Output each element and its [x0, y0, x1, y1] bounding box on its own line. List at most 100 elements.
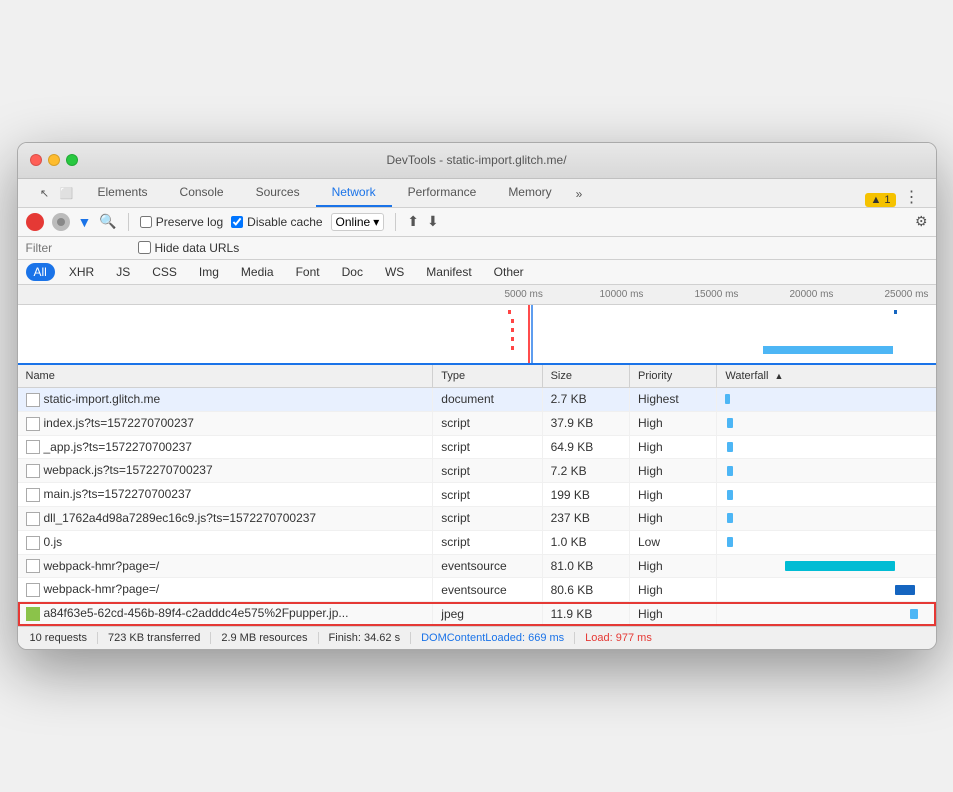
- devtools-menu-button[interactable]: ⋮: [896, 187, 928, 207]
- col-header-size[interactable]: Size: [542, 365, 629, 388]
- col-header-type[interactable]: Type: [433, 365, 542, 388]
- ruler-25000: 25000 ms: [885, 289, 936, 300]
- cell-name: index.js?ts=1572270700237: [18, 411, 433, 435]
- cell-name: a84f63e5-62cd-456b-89f4-c2adddc4e575%2Fp…: [18, 602, 433, 626]
- maximize-button[interactable]: [66, 154, 78, 166]
- divider2: [395, 213, 396, 231]
- cell-priority: Highest: [629, 387, 716, 411]
- col-header-priority[interactable]: Priority: [629, 365, 716, 388]
- titlebar: DevTools - static-import.glitch.me/: [18, 143, 936, 179]
- type-btn-js[interactable]: JS: [108, 263, 138, 281]
- ruler-labels: 5000 ms 10000 ms 15000 ms 20000 ms 25000…: [505, 289, 936, 300]
- ruler-10000: 10000 ms: [600, 289, 695, 300]
- close-button[interactable]: [30, 154, 42, 166]
- minimize-button[interactable]: [48, 154, 60, 166]
- throttle-select[interactable]: Online ▾: [331, 213, 385, 231]
- cell-name: _app.js?ts=1572270700237: [18, 435, 433, 459]
- table-row[interactable]: static-import.glitch.medocument2.7 KBHig…: [18, 387, 936, 411]
- cell-priority: High: [629, 411, 716, 435]
- type-btn-all[interactable]: All: [26, 263, 55, 281]
- row-name-text: index.js?ts=1572270700237: [44, 416, 194, 430]
- cell-waterfall: [717, 554, 936, 578]
- stop-button[interactable]: [52, 213, 70, 231]
- timeline-chart: [18, 305, 936, 365]
- dom-content-loaded-line: [528, 305, 530, 363]
- type-btn-media[interactable]: Media: [233, 263, 282, 281]
- cell-type: script: [433, 435, 542, 459]
- cell-type: eventsource: [433, 554, 542, 578]
- settings-icon[interactable]: ⚙: [915, 213, 928, 230]
- type-btn-img[interactable]: Img: [191, 263, 227, 281]
- transferred-size: 723 KB transferred: [98, 632, 211, 644]
- table-row[interactable]: 0.jsscript1.0 KBLow: [18, 530, 936, 554]
- table-row[interactable]: webpack-hmr?page=/eventsource80.6 KBHigh: [18, 578, 936, 602]
- row-name-text: _app.js?ts=1572270700237: [44, 440, 192, 454]
- cell-waterfall: [717, 459, 936, 483]
- tab-icon-group: ↖ ⬜: [30, 181, 82, 207]
- load-time: Load: 977 ms: [575, 632, 662, 644]
- preserve-log-checkbox[interactable]: [140, 216, 152, 228]
- cell-name: 0.js: [18, 530, 433, 554]
- device-icon[interactable]: ⬜: [58, 185, 76, 203]
- cell-name: static-import.glitch.me: [18, 387, 433, 411]
- filter-icon[interactable]: ▼: [78, 214, 92, 230]
- chart-bar-3: [511, 328, 514, 332]
- disable-cache-checkbox[interactable]: [231, 216, 243, 228]
- more-tabs-button[interactable]: »: [568, 181, 591, 207]
- divider: [128, 213, 129, 231]
- cell-type: script: [433, 411, 542, 435]
- tab-console[interactable]: Console: [164, 179, 240, 207]
- type-btn-xhr[interactable]: XHR: [61, 263, 102, 281]
- col-header-waterfall[interactable]: Waterfall ▲: [717, 365, 936, 388]
- table-row[interactable]: main.js?ts=1572270700237script199 KBHigh: [18, 483, 936, 507]
- devtools-window: DevTools - static-import.glitch.me/ ↖ ⬜ …: [17, 142, 937, 650]
- import-icon[interactable]: ⬆: [407, 213, 419, 230]
- chart-bar-4: [511, 337, 514, 341]
- hide-data-urls-label[interactable]: Hide data URLs: [138, 241, 240, 255]
- hide-data-urls-checkbox[interactable]: [138, 241, 151, 254]
- file-icon: [26, 488, 40, 502]
- tab-memory[interactable]: Memory: [492, 179, 567, 207]
- cell-type: script: [433, 507, 542, 531]
- type-btn-other[interactable]: Other: [486, 263, 532, 281]
- tab-performance[interactable]: Performance: [392, 179, 493, 207]
- sort-arrow-icon: ▲: [774, 371, 783, 381]
- table-row[interactable]: webpack.js?ts=1572270700237script7.2 KBH…: [18, 459, 936, 483]
- col-header-name[interactable]: Name: [18, 365, 433, 388]
- tab-elements[interactable]: Elements: [82, 179, 164, 207]
- cell-name: webpack.js?ts=1572270700237: [18, 459, 433, 483]
- tab-network[interactable]: Network: [316, 179, 392, 207]
- table-row[interactable]: _app.js?ts=1572270700237script64.9 KBHig…: [18, 435, 936, 459]
- filter-input[interactable]: [26, 241, 126, 255]
- type-btn-css[interactable]: CSS: [144, 263, 185, 281]
- disable-cache-label[interactable]: Disable cache: [231, 215, 322, 229]
- record-button[interactable]: [26, 213, 44, 231]
- table-row[interactable]: webpack-hmr?page=/eventsource81.0 KBHigh: [18, 554, 936, 578]
- cell-size: 64.9 KB: [542, 435, 629, 459]
- row-name-text: 0.js: [44, 535, 63, 549]
- file-icon: [26, 464, 40, 478]
- cell-waterfall: [717, 483, 936, 507]
- table-row[interactable]: index.js?ts=1572270700237script37.9 KBHi…: [18, 411, 936, 435]
- tab-sources[interactable]: Sources: [240, 179, 316, 207]
- cell-waterfall: [717, 507, 936, 531]
- preserve-log-label[interactable]: Preserve log: [140, 215, 223, 229]
- table-row[interactable]: a84f63e5-62cd-456b-89f4-c2adddc4e575%2Fp…: [18, 602, 936, 626]
- type-btn-ws[interactable]: WS: [377, 263, 412, 281]
- status-bar: 10 requests 723 KB transferred 2.9 MB re…: [18, 626, 936, 649]
- cursor-icon[interactable]: ↖: [36, 185, 54, 203]
- file-icon: [26, 440, 40, 454]
- type-btn-manifest[interactable]: Manifest: [418, 263, 479, 281]
- requests-table: Name Type Size Priority Waterfall ▲ stat…: [18, 365, 936, 626]
- finish-time: Finish: 34.62 s: [319, 632, 412, 644]
- requests-table-container: Name Type Size Priority Waterfall ▲ stat…: [18, 365, 936, 626]
- cell-waterfall: [717, 411, 936, 435]
- table-row[interactable]: dll_1762a4d98a7289ec16c9.js?ts=157227070…: [18, 507, 936, 531]
- search-icon[interactable]: 🔍: [99, 213, 116, 230]
- resources-size: 2.9 MB resources: [211, 632, 318, 644]
- load-line: [531, 305, 533, 363]
- ruler-5000: 5000 ms: [505, 289, 600, 300]
- type-btn-font[interactable]: Font: [288, 263, 328, 281]
- type-btn-doc[interactable]: Doc: [334, 263, 371, 281]
- export-icon[interactable]: ⬇: [427, 213, 439, 230]
